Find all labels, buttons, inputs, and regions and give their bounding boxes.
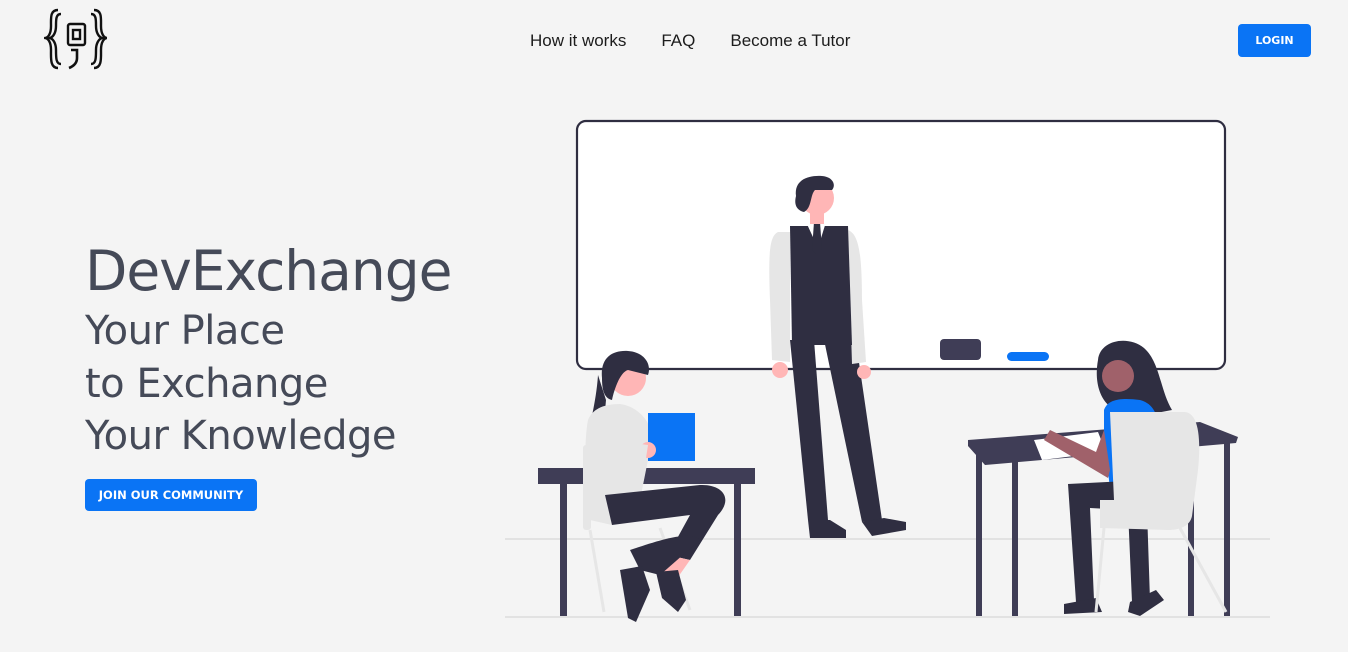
- nav-faq[interactable]: FAQ: [661, 31, 695, 51]
- nav-how-it-works[interactable]: How it works: [530, 31, 626, 51]
- curly-braces-logo-icon: [43, 8, 108, 70]
- left-student-figure: [583, 350, 726, 622]
- right-student-figure: [1044, 340, 1228, 616]
- main-nav: How it works FAQ Become a Tutor: [530, 31, 850, 51]
- hero-subtitle-line: Your Knowledge: [85, 413, 397, 459]
- nav-become-a-tutor[interactable]: Become a Tutor: [730, 31, 850, 51]
- join-community-button[interactable]: JOIN OUR COMMUNITY: [85, 479, 257, 511]
- login-button[interactable]: LOGIN: [1238, 24, 1311, 57]
- hero-subtitle: Your Place to Exchange Your Knowledge: [85, 305, 397, 463]
- whiteboard: [575, 119, 1227, 371]
- hero-subtitle-line: Your Place: [85, 308, 285, 354]
- logo[interactable]: [43, 8, 110, 72]
- classroom-illustration-svg: [505, 119, 1270, 622]
- hero-subtitle-line: to Exchange: [85, 360, 328, 407]
- hero-title: DevExchange: [85, 239, 452, 303]
- classroom-illustration: [500, 115, 1280, 630]
